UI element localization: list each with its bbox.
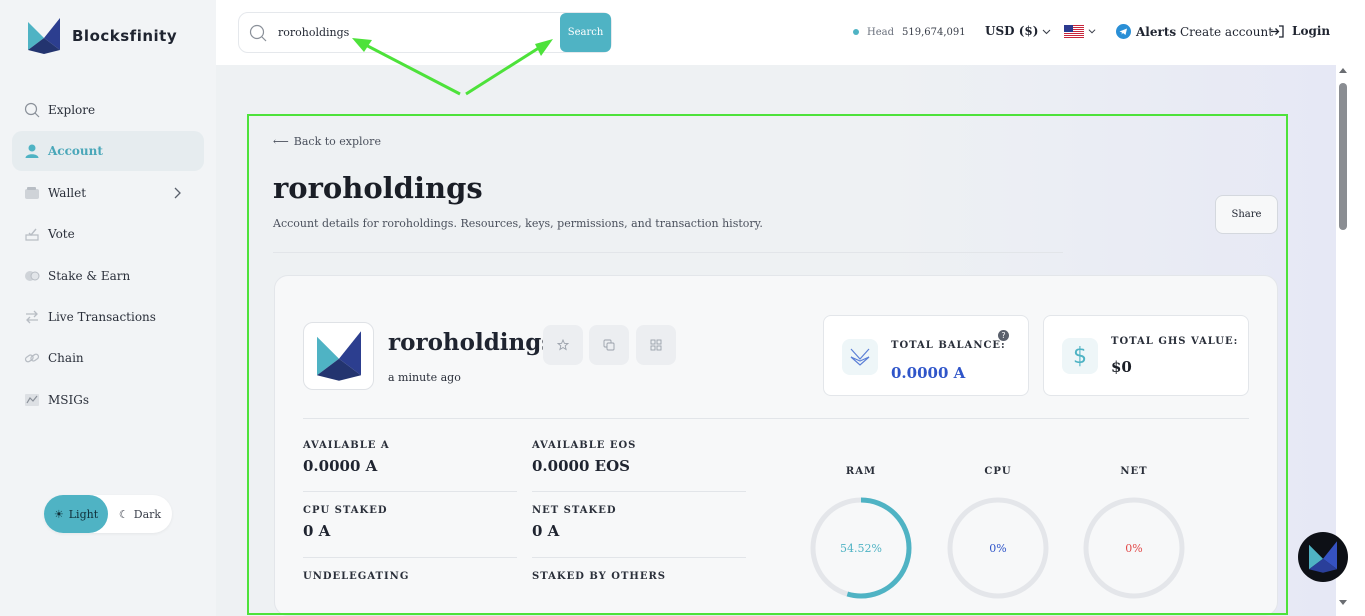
blocksfinity-logo-icon [1309, 541, 1337, 573]
scrollbar-thumb[interactable] [1339, 83, 1347, 230]
annotation-arrows [352, 38, 553, 96]
scroll-down-arrow-icon[interactable] [1339, 600, 1347, 605]
scroll-up-arrow-icon[interactable] [1339, 68, 1347, 73]
floating-assistant-button[interactable] [1298, 532, 1348, 582]
